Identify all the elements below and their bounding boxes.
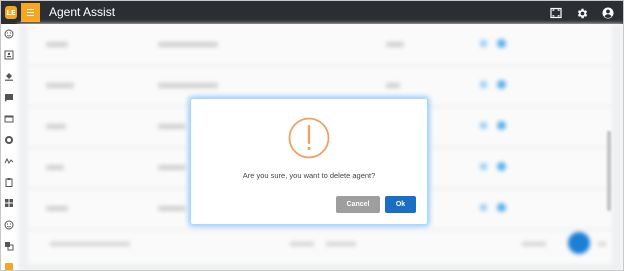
left-sidebar: [1, 24, 17, 270]
circle-icon[interactable]: [3, 134, 14, 145]
monitor-icon[interactable]: [3, 113, 14, 124]
page-size-select: [290, 242, 314, 246]
table-row: [28, 26, 612, 66]
previous-page: [522, 242, 546, 246]
warning-icon: [288, 117, 330, 159]
app-window: LE Agent Assist Are you sure, you want t…: [0, 0, 624, 271]
fullscreen-icon[interactable]: [549, 6, 563, 20]
paint-bucket-icon[interactable]: [3, 70, 14, 81]
page-size-label: [326, 242, 356, 246]
cancel-button[interactable]: Cancel: [336, 196, 380, 213]
smiley-icon[interactable]: [3, 28, 14, 39]
ok-button[interactable]: Ok: [385, 196, 416, 213]
top-bar: LE Agent Assist: [1, 1, 623, 24]
pagination-info: [50, 242, 130, 246]
dialog-message: Are you sure, you want to delete agent?: [242, 171, 376, 180]
clipboard-icon[interactable]: [3, 176, 14, 187]
chat-icon[interactable]: [3, 92, 14, 103]
menu-line: [27, 15, 34, 16]
signature-icon[interactable]: [3, 155, 14, 166]
hamburger-menu-button[interactable]: [21, 3, 40, 22]
square-icon[interactable]: [3, 261, 14, 270]
menu-line: [27, 9, 34, 10]
menu-line: [27, 12, 34, 13]
contact-card-icon[interactable]: [3, 49, 14, 60]
user-account-icon[interactable]: [601, 6, 615, 20]
translate-icon[interactable]: [3, 240, 14, 251]
app-logo: LE: [5, 6, 17, 19]
gear-icon[interactable]: [575, 6, 589, 20]
apps-grid-icon[interactable]: [3, 197, 14, 208]
smiley-icon[interactable]: [3, 219, 14, 230]
delete-agent-confirm-dialog: Are you sure, you want to delete agent? …: [191, 99, 427, 224]
app-title: Agent Assist: [49, 5, 116, 19]
next-page: [598, 242, 606, 246]
content-scrollbar[interactable]: [607, 131, 611, 211]
current-page-indicator: [568, 232, 590, 254]
